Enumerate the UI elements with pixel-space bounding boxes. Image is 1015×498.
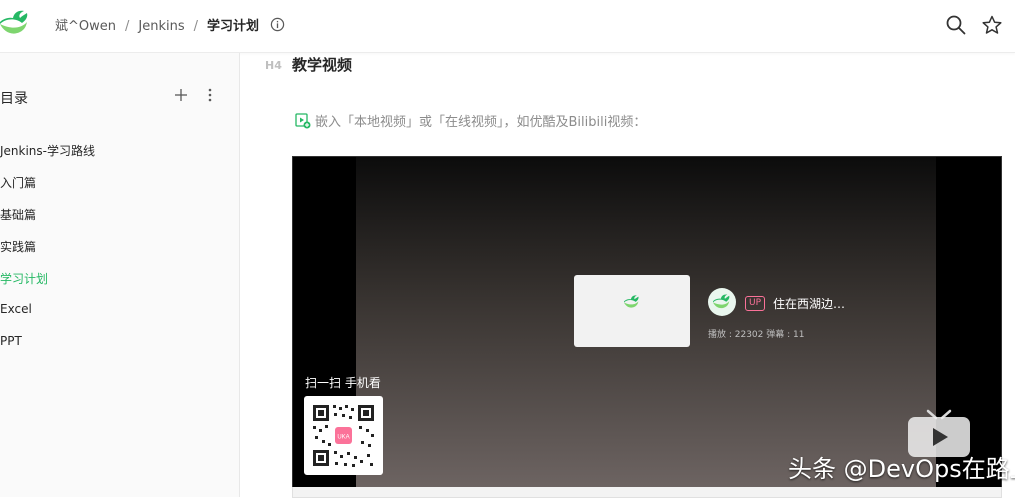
top-header: 斌^Owen / Jenkins / 学习计划 [0,0,1015,53]
embed-note-text: 嵌入「本地视频」或「在线视频」，如优酷及Bilibili视频： [315,115,647,130]
info-icon[interactable] [270,17,285,32]
add-icon[interactable] [173,87,189,103]
toc-sidebar: 目录 Jenkins-学习路线 入门篇 基础篇 实践篇 学习计划 Excel P… [0,53,240,497]
video-embed-icon [295,113,311,129]
toc-item-study-plan[interactable]: 学习计划 [0,270,48,287]
heading-level-marker: H4 [265,59,282,72]
video-control-bar[interactable] [292,487,1002,498]
breadcrumb-separator: / [125,19,130,34]
toc-item-excel[interactable]: Excel [0,302,32,316]
watermark: 头条 @DevOps在路上 [788,455,1015,483]
toc-title: 目录 [0,91,28,107]
video-player[interactable]: UP 住在西湖边… 播放 : 22302 弹幕 : 11 扫一扫 手机看 UKA… [292,156,1015,489]
video-stats: 播放 : 22302 弹幕 : 11 [708,330,805,340]
breadcrumb-current: 学习计划 [207,19,260,34]
video-frame[interactable]: UP 住在西湖边… 播放 : 22302 弹幕 : 11 [356,157,936,488]
star-icon[interactable] [981,14,1003,36]
logo-icon[interactable] [0,10,30,40]
qr-code-icon: UKA [313,405,374,467]
more-icon[interactable] [203,87,217,103]
breadcrumb-repo[interactable]: Jenkins [138,19,184,34]
embed-note[interactable]: 嵌入「本地视频」或「在线视频」，如优酷及Bilibili视频： [295,111,646,130]
logo-icon [624,295,639,308]
toc-item-practice[interactable]: 实践篇 [0,238,36,255]
qr-badge: UKA [337,435,349,441]
toc-item-ppt[interactable]: PPT [0,334,22,348]
qr-title: 扫一扫 手机看 [305,376,381,390]
video-thumbnail[interactable] [574,275,690,347]
toc-item-jenkins-roadmap[interactable]: Jenkins-学习路线 [0,142,95,159]
up-badge: UP [745,296,766,311]
breadcrumb: 斌^Owen / Jenkins / 学习计划 [55,15,259,34]
toc-item-intro[interactable]: 入门篇 [0,174,36,191]
logo-icon [713,294,730,309]
uploader-name[interactable]: 住在西湖边… [773,295,845,312]
qr-code: UKA [304,396,383,475]
avatar[interactable] [708,288,736,316]
search-icon[interactable] [945,14,967,36]
breadcrumb-workspace[interactable]: 斌^Owen [55,15,116,34]
document-body: H4 教学视频 嵌入「本地视频」或「在线视频」，如优酷及Bilibili视频： [240,53,1015,498]
toc-item-basics[interactable]: 基础篇 [0,206,36,223]
breadcrumb-separator: / [193,19,199,34]
section-heading[interactable]: 教学视频 [292,54,352,75]
